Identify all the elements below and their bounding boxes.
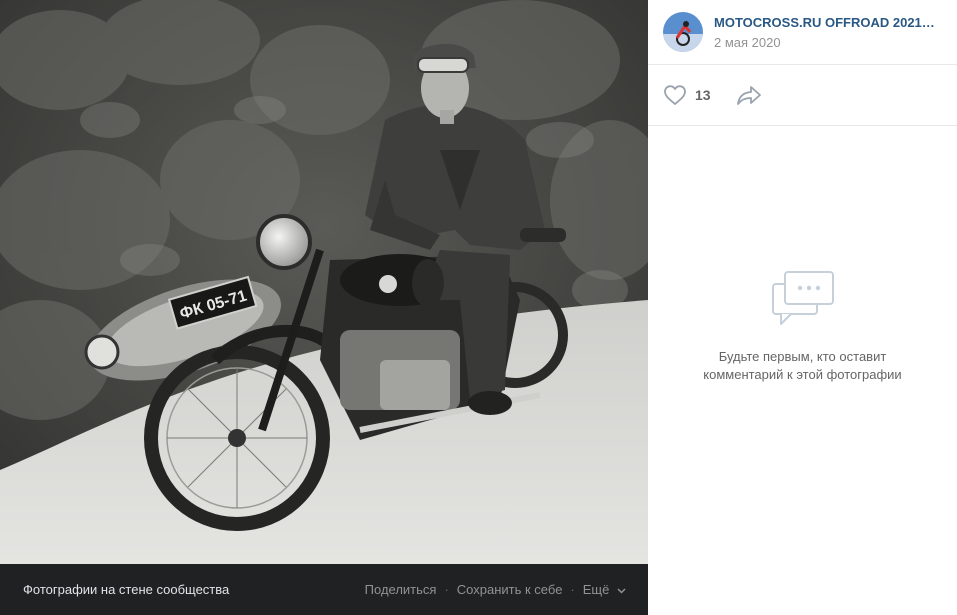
photo-footer: Фотографии на стене сообщества Поделитьс… (0, 564, 648, 615)
empty-comments-line2: комментарий к этой фотографии (703, 367, 902, 382)
separator: · (444, 582, 449, 597)
like-button[interactable]: 13 (663, 84, 711, 106)
chevron-down-icon (617, 588, 626, 594)
reactions-bar: 13 (648, 65, 957, 126)
more-button[interactable]: Ещё (583, 582, 626, 597)
empty-comments-text: Будьте первым, кто оставит комментарий к… (648, 348, 957, 384)
photo-actions: Поделиться · Сохранить к себе · Ещё (365, 582, 626, 597)
author-block: MOTOCROSS.RU OFFROAD 2021 мо... 2 мая 20… (648, 0, 957, 65)
photo-image[interactable]: ФК 05-71 (0, 0, 648, 564)
post-date[interactable]: 2 мая 2020 (714, 35, 936, 50)
album-link[interactable]: Фотографии на стене сообщества (23, 582, 229, 597)
share-icon (736, 86, 761, 105)
comments-area: Будьте первым, кто оставит комментарий к… (648, 126, 957, 615)
avatar[interactable] (663, 12, 703, 52)
photo-viewer: ФК 05-71 Фотографии на стене сообщества … (0, 0, 648, 615)
photo-sidebar: MOTOCROSS.RU OFFROAD 2021 мо... 2 мая 20… (648, 0, 957, 615)
comments-icon (772, 271, 834, 325)
more-label: Ещё (582, 582, 610, 597)
heart-icon (664, 85, 686, 105)
share-button[interactable] (736, 85, 762, 105)
author-name-link[interactable]: MOTOCROSS.RU OFFROAD 2021 мо... (714, 15, 936, 30)
share-photo-button[interactable]: Поделиться (365, 582, 437, 597)
save-photo-button[interactable]: Сохранить к себе (457, 582, 563, 597)
empty-comments-line1: Будьте первым, кто оставит (718, 349, 887, 364)
separator: · (570, 582, 575, 597)
like-count: 13 (695, 87, 711, 103)
